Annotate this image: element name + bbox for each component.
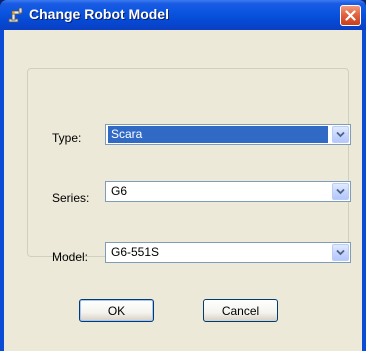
ok-button[interactable]: OK: [79, 299, 154, 322]
dialog-body: Type: Scara Series: G6 Model: G6-551S OK…: [4, 30, 362, 351]
type-dropdown-button[interactable]: [332, 126, 349, 143]
robot-arm-icon: [7, 6, 25, 24]
type-combobox[interactable]: Scara: [105, 124, 351, 145]
type-label: Type:: [52, 131, 82, 145]
model-label: Model:: [52, 250, 89, 264]
type-value: Scara: [108, 126, 328, 143]
robot-model-group: Type: Scara Series: G6 Model: G6-551S: [27, 68, 351, 264]
title-bar[interactable]: Change Robot Model: [0, 0, 366, 30]
close-icon: [345, 10, 356, 21]
close-button[interactable]: [340, 5, 361, 26]
window-frame-right: [362, 30, 366, 351]
model-combobox[interactable]: G6-551S: [105, 242, 351, 263]
chevron-down-icon: [336, 131, 345, 138]
chevron-down-icon: [336, 249, 345, 256]
series-label: Series:: [52, 191, 90, 205]
series-dropdown-button[interactable]: [332, 183, 349, 200]
window-title: Change Robot Model: [29, 6, 169, 22]
series-value: G6: [111, 184, 128, 198]
cancel-button[interactable]: Cancel: [203, 299, 278, 322]
model-value: G6-551S: [111, 245, 160, 259]
dialog-window: Change Robot Model Type: Scara Series: G…: [0, 0, 366, 351]
series-combobox[interactable]: G6: [105, 181, 351, 202]
model-dropdown-button[interactable]: [332, 244, 349, 261]
chevron-down-icon: [336, 188, 345, 195]
